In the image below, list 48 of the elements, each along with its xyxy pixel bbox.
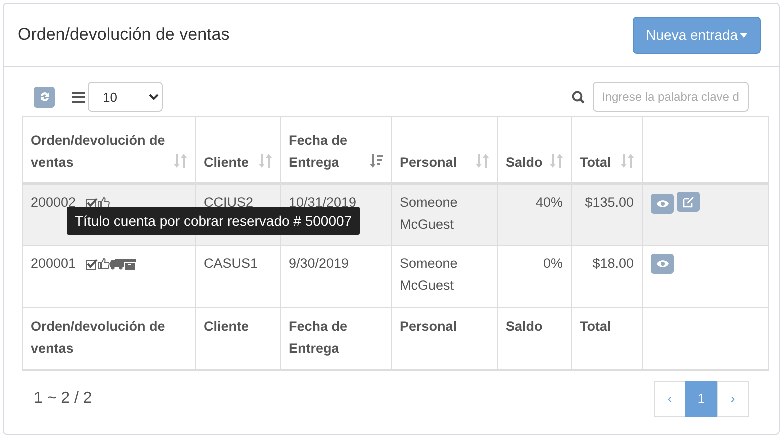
- page-summary: 1 ~ 2 / 2: [34, 390, 92, 408]
- table-cell: 0%: [543, 256, 563, 271]
- eye-icon: [656, 260, 668, 268]
- view-button[interactable]: [651, 254, 674, 274]
- table-cell: CASUS1: [204, 256, 258, 271]
- caret-icon: [740, 32, 748, 38]
- thumbs-up-icon: [98, 197, 110, 209]
- checkbox-icon: [86, 198, 98, 208]
- column-header[interactable]: Saldo: [506, 152, 545, 174]
- checkbox-icon: [86, 258, 98, 270]
- panel-title: Orden/devolución de ventas: [18, 25, 230, 45]
- eye-icon: [656, 200, 668, 208]
- table-cell: Someone McGuest: [400, 195, 458, 232]
- column-footer: Saldo: [506, 316, 563, 338]
- sort-icon[interactable]: [476, 154, 489, 168]
- table-cell: Someone McGuest: [400, 256, 458, 293]
- table-cell: 40%: [536, 195, 563, 210]
- table-cell: CCIUS2: [204, 195, 254, 210]
- search-icon: [572, 90, 585, 104]
- thumbs-up-icon: [98, 258, 110, 270]
- sort-icon[interactable]: [621, 154, 634, 168]
- column-footer: Orden/devolución de ventas: [31, 316, 187, 360]
- table-cell: 10/31/2019: [289, 195, 357, 210]
- sort-icon[interactable]: [259, 154, 272, 168]
- truck-icon: [110, 258, 124, 270]
- column-footer: Total: [580, 316, 634, 338]
- tooltip: Título cuenta por cobrar reservado # 500007: [67, 207, 360, 235]
- edit-icon: [683, 196, 694, 208]
- page-size-select[interactable]: 10: [88, 82, 163, 112]
- column-footer: Personal: [400, 316, 489, 338]
- table-cell: $18.00: [592, 256, 634, 271]
- column-footer: Cliente: [204, 316, 272, 338]
- column-header[interactable]: Total: [580, 152, 616, 174]
- edit-button[interactable]: [677, 192, 700, 212]
- refresh-icon: [38, 91, 50, 103]
- archive-icon: [124, 258, 136, 270]
- sort-descending-icon[interactable]: [370, 154, 383, 168]
- menu-icon: [72, 92, 85, 102]
- refresh-button[interactable]: [34, 86, 55, 108]
- sort-icon[interactable]: [550, 154, 563, 168]
- order-number: 200001: [31, 255, 76, 273]
- sort-icon[interactable]: [174, 154, 187, 168]
- column-header[interactable]: Cliente: [204, 152, 254, 174]
- table-cell: $135.00: [585, 195, 634, 210]
- table-cell: 9/30/2019: [289, 256, 350, 271]
- view-button[interactable]: [651, 194, 674, 214]
- column-footer: Fecha de Entrega: [289, 316, 383, 360]
- search-field[interactable]: Ingrese la palabra clave d: [593, 82, 749, 112]
